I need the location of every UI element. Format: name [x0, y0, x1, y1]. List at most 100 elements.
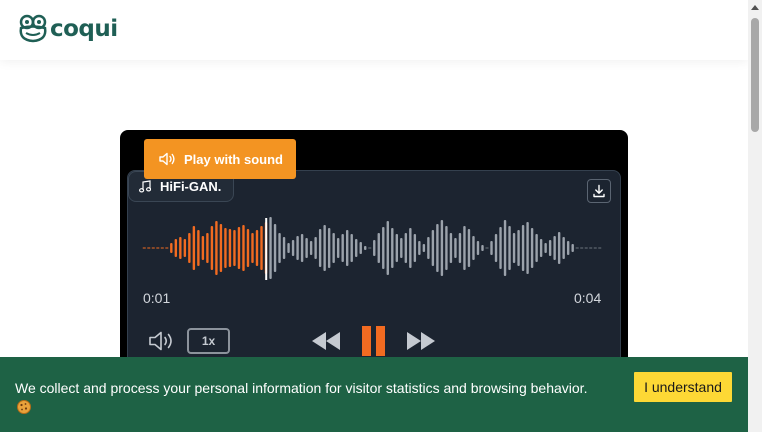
waveform-bar: [445, 226, 448, 270]
waveform-bar: [291, 240, 295, 256]
waveform-baseline-dash: [151, 247, 155, 249]
waveform-bar: [521, 225, 525, 271]
waveform-bar: [170, 243, 173, 253]
waveform-bar: [228, 229, 232, 267]
waveform-bar: [179, 237, 182, 259]
waveform-baseline-dash: [147, 247, 151, 249]
waveform-bar: [323, 225, 326, 271]
waveform-bar: [287, 243, 290, 253]
waveform-bar: [476, 241, 480, 255]
waveform-bar: [431, 230, 435, 266]
waveform-baseline-dash: [165, 247, 169, 249]
waveform-bar: [413, 234, 417, 262]
waveform-bar: [436, 224, 439, 272]
waveform-bar: [409, 228, 412, 268]
waveform-bar: [499, 227, 502, 269]
waveform-bar: [260, 226, 263, 270]
waveform-bar: [530, 228, 534, 268]
waveform-bar: [463, 226, 466, 270]
waveform-bar: [544, 243, 547, 253]
waveform-bar: [535, 234, 538, 262]
playhead-cursor[interactable]: [265, 218, 268, 280]
current-time: 0:01: [143, 290, 171, 306]
waveform-bar: [224, 228, 227, 268]
waveform-baseline-dash: [160, 247, 164, 249]
waveform-bar: [418, 241, 421, 255]
fast-forward-icon: [407, 332, 435, 350]
waveform-bar: [327, 228, 331, 268]
waveform-bar: [210, 226, 214, 270]
waveform-baseline-dash: [593, 247, 597, 249]
waveform-baseline-dash: [598, 247, 602, 249]
volume-icon: [149, 331, 172, 351]
waveform-bar: [571, 244, 574, 252]
page-scrollbar[interactable]: [748, 0, 762, 432]
waveform-bar: [350, 234, 353, 262]
waveform-bar: [422, 244, 426, 252]
waveform-bar: [364, 246, 367, 250]
waveform-bar: [215, 221, 218, 275]
waveform-bar: [273, 224, 277, 272]
waveform-baseline-dash: [584, 247, 588, 249]
waveform-bar: [467, 229, 471, 267]
waveform-bar: [233, 230, 236, 266]
waveform-bar: [386, 221, 389, 275]
waveform-baseline-dash: [589, 247, 593, 249]
waveform-bar: [355, 239, 358, 257]
waveform-bar: [481, 245, 484, 251]
waveform-bar: [188, 233, 191, 263]
fast-forward-button[interactable]: [405, 331, 437, 351]
waveform-bar: [255, 230, 259, 266]
waveform-baseline-dash: [575, 247, 579, 249]
play-with-sound-label: Play with sound: [184, 151, 283, 167]
rewind-button[interactable]: [310, 331, 342, 351]
waveform-bar: [300, 234, 304, 262]
waveform-bar: [296, 236, 299, 260]
waveform-bar: [490, 241, 493, 255]
waveform-baseline-dash: [485, 247, 489, 249]
brand-logo[interactable]: coqui: [18, 14, 118, 44]
site-header: coqui: [0, 0, 748, 60]
cookie-icon: [17, 400, 31, 414]
waveform[interactable]: [142, 210, 602, 286]
waveform-baseline-dash: [142, 247, 146, 249]
cookie-consent-bar: We collect and process your personal inf…: [0, 357, 748, 432]
volume-button[interactable]: [148, 329, 176, 353]
cookie-accept-button[interactable]: I understand: [634, 372, 732, 402]
waveform-bar: [269, 217, 272, 279]
brand-name: coqui: [50, 16, 118, 42]
waveform-bar: [219, 224, 223, 272]
play-with-sound-button[interactable]: Play with sound: [144, 139, 296, 179]
pause-button[interactable]: [361, 326, 387, 356]
download-button[interactable]: [587, 179, 611, 203]
playback-speed-button[interactable]: 1x: [187, 328, 230, 354]
music-note-icon: [139, 180, 151, 193]
waveform-baseline-dash: [580, 247, 584, 249]
waveform-bar: [318, 229, 322, 267]
waveform-bar: [508, 226, 511, 270]
waveform-bar: [332, 233, 335, 263]
scroll-thumb[interactable]: [751, 18, 759, 132]
waveform-bar: [345, 230, 349, 266]
scroll-up-arrow-icon[interactable]: [751, 5, 759, 10]
waveform-bar: [512, 233, 516, 263]
waveform-bar: [553, 236, 556, 260]
waveform-bar: [336, 238, 340, 258]
waveform-bar: [373, 240, 376, 256]
speaker-icon: [159, 152, 175, 166]
waveform-bar: [341, 234, 344, 262]
waveform-bar: [404, 233, 408, 263]
waveform-bar: [539, 239, 543, 257]
waveform-bar: [278, 233, 281, 263]
waveform-bar: [494, 234, 498, 262]
total-time: 0:04: [574, 290, 602, 306]
waveform-baseline-dash: [156, 247, 160, 249]
waveform-bar: [192, 226, 196, 270]
waveform-bar: [237, 227, 241, 269]
waveform-bar: [458, 233, 462, 263]
waveform-bar: [400, 238, 403, 258]
waveform-bar: [562, 237, 565, 259]
waveform-bar: [201, 236, 205, 260]
waveform-bar: [557, 232, 561, 264]
waveform-baseline-dash: [368, 247, 372, 249]
